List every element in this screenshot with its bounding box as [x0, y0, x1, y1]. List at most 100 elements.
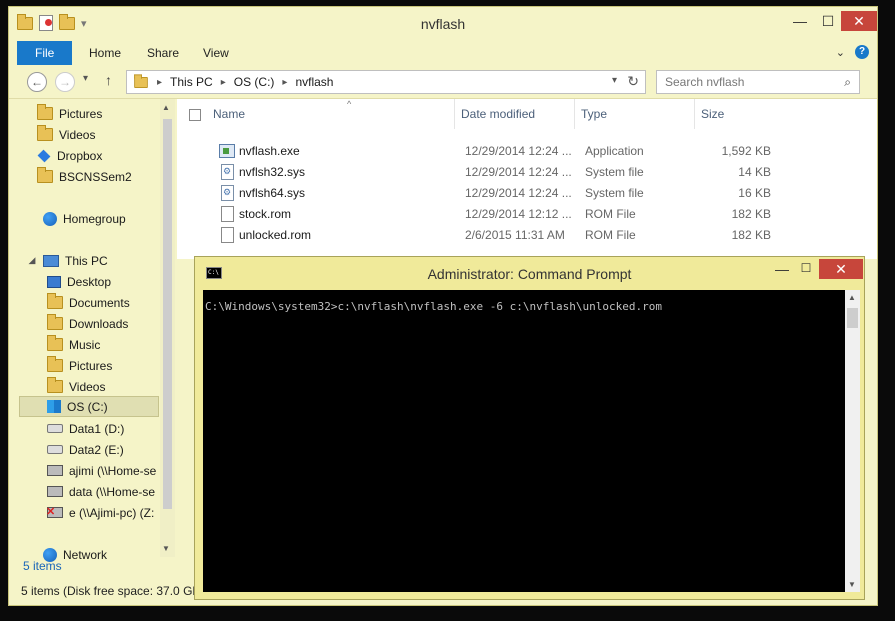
nav-pane-scrollbar[interactable]: ▲ ▼ [160, 99, 175, 557]
file-type: System file [585, 165, 644, 179]
nav-item-videos-pc[interactable]: Videos [47, 376, 175, 397]
nav-item-pictures-pc[interactable]: Pictures [47, 355, 175, 376]
column-header-name[interactable]: ^ Name [207, 99, 455, 129]
explorer-title-bar[interactable]: ▾ nvflash — ☐ ✕ [9, 7, 877, 39]
cmd-minimize-button[interactable]: — [769, 261, 795, 277]
nav-item-label: Music [69, 337, 101, 352]
nav-item-data-network[interactable]: data (\\Home-se [47, 481, 159, 502]
cmd-close-button[interactable]: ✕ [819, 259, 863, 279]
tab-share[interactable]: Share [133, 41, 193, 65]
recent-locations-dropdown-icon[interactable]: ▾ [83, 73, 88, 84]
file-name: unlocked.rom [239, 228, 312, 242]
cmd-title-bar[interactable]: C:\ Administrator: Command Prompt — ☐ ✕ [195, 257, 864, 287]
nav-item-ajimi[interactable]: ajimi (\\Home-se [47, 460, 159, 481]
nav-item-label: BSCNSSem2 [59, 169, 132, 184]
address-bar[interactable]: ▸ This PC ▸ OS (C:) ▸ nvflash ▾ ↻ [126, 70, 646, 94]
folder-icon [37, 125, 53, 141]
file-size: 16 KB [738, 186, 771, 200]
cmd-maximize-button[interactable]: ☐ [793, 261, 819, 275]
forward-button[interactable]: → [55, 72, 75, 92]
command-prompt-window: C:\ Administrator: Command Prompt — ☐ ✕ … [194, 256, 865, 600]
collapse-icon[interactable]: ◢ [27, 255, 37, 266]
nav-item-data2[interactable]: Data2 (E:) [47, 439, 175, 460]
windows-drive-icon [47, 400, 61, 413]
maximize-button[interactable]: ☐ [815, 11, 841, 31]
scrollbar-thumb[interactable] [163, 119, 172, 509]
nav-item-label: Data1 (D:) [69, 421, 125, 436]
scrollbar-thumb[interactable] [847, 308, 858, 328]
up-button[interactable]: ↑ [105, 72, 112, 88]
select-all-checkbox[interactable] [189, 109, 201, 121]
nav-item-bscnssem2[interactable]: BSCNSSem2 [37, 166, 175, 187]
nav-item-label: Videos [59, 127, 96, 142]
ribbon-right-controls: ⌄ ? [836, 45, 869, 59]
nav-item-music[interactable]: Music [47, 334, 175, 355]
cmd-window-title: Administrator: Command Prompt [427, 266, 632, 282]
table-row[interactable]: nvflash.exe 12/29/2014 12:24 ... Applica… [207, 141, 777, 162]
refresh-icon[interactable]: ↻ [627, 73, 639, 90]
file-icon [221, 227, 234, 243]
minimize-button[interactable]: — [787, 11, 813, 31]
chevron-right-icon[interactable]: ▸ [221, 77, 226, 88]
folder-icon [47, 377, 63, 393]
file-type: ROM File [585, 228, 636, 242]
computer-icon [43, 254, 59, 267]
scroll-down-icon[interactable]: ▼ [848, 580, 856, 589]
folder-icon [37, 167, 53, 183]
tab-file[interactable]: File [17, 41, 73, 65]
cmd-scrollbar[interactable]: ▲ ▼ [845, 290, 860, 592]
file-type: System file [585, 186, 644, 200]
table-row[interactable]: unlocked.rom 2/6/2015 11:31 AM ROM File … [207, 225, 777, 246]
folder-icon [134, 73, 148, 88]
nav-item-data1[interactable]: Data1 (D:) [47, 418, 175, 439]
back-button[interactable]: ← [27, 72, 47, 92]
drive-icon [47, 445, 63, 454]
nav-item-label: Downloads [69, 316, 129, 331]
expand-ribbon-icon[interactable]: ⌄ [836, 46, 845, 59]
file-type: ROM File [585, 207, 636, 221]
breadcrumb-this-pc[interactable]: This PC [170, 75, 213, 89]
table-row[interactable]: nvflsh32.sys 12/29/2014 12:24 ... System… [207, 162, 777, 183]
column-header-date-modified[interactable]: Date modified [455, 99, 575, 129]
scroll-up-icon[interactable]: ▲ [848, 293, 856, 302]
nav-item-label: Pictures [59, 106, 103, 121]
chevron-right-icon[interactable]: ▸ [282, 77, 287, 88]
table-row[interactable]: nvflsh64.sys 12/29/2014 12:24 ... System… [207, 183, 777, 204]
desktop-icon [47, 275, 61, 288]
table-row[interactable]: stock.rom 12/29/2014 12:12 ... ROM File … [207, 204, 777, 225]
nav-item-pictures[interactable]: Pictures [37, 103, 175, 124]
breadcrumb-os-c[interactable]: OS (C:) [234, 75, 275, 89]
nav-item-dropbox[interactable]: Dropbox [37, 145, 175, 166]
breadcrumb-nvflash[interactable]: nvflash [295, 75, 333, 89]
tab-view[interactable]: View [189, 41, 243, 65]
window-title: nvflash [420, 16, 466, 32]
search-input[interactable]: Search nvflash ⌕ [656, 70, 860, 94]
scroll-down-icon[interactable]: ▼ [162, 544, 170, 553]
folder-icon [47, 314, 63, 330]
network-drive-icon [47, 465, 63, 476]
close-button[interactable]: ✕ [841, 11, 877, 31]
nav-item-label: Desktop [67, 274, 112, 289]
file-size: 1,592 KB [721, 144, 771, 158]
nav-item-videos[interactable]: Videos [37, 124, 175, 145]
nav-item-os-c[interactable]: OS (C:) [19, 396, 159, 417]
tab-home[interactable]: Home [75, 41, 135, 65]
nav-item-desktop[interactable]: Desktop [47, 271, 175, 292]
file-name: nvflsh64.sys [239, 186, 306, 200]
help-icon[interactable]: ? [855, 45, 869, 59]
chevron-right-icon[interactable]: ▸ [157, 77, 162, 88]
nav-item-homegroup[interactable]: Homegroup [27, 208, 175, 229]
console-output[interactable]: C:\Windows\system32>c:\nvflash\nvflash.e… [203, 290, 845, 592]
nav-item-label: data (\\Home-se [69, 484, 156, 499]
search-icon[interactable]: ⌕ [844, 75, 851, 90]
nav-item-documents[interactable]: Documents [47, 292, 175, 313]
nav-item-e-drive[interactable]: e (\\Ajimi-pc) (Z: [47, 502, 159, 523]
nav-item-downloads[interactable]: Downloads [47, 313, 175, 334]
chevron-down-icon[interactable]: ▾ [612, 75, 617, 86]
nav-item-this-pc[interactable]: ◢ This PC [27, 250, 175, 271]
scroll-up-icon[interactable]: ▲ [162, 103, 170, 112]
column-header-type[interactable]: Type [575, 99, 695, 129]
column-header-size[interactable]: Size [695, 99, 775, 129]
status-item-count: 5 items [23, 559, 62, 573]
status-disk-space: 5 items (Disk free space: 37.0 GB) [21, 584, 205, 598]
